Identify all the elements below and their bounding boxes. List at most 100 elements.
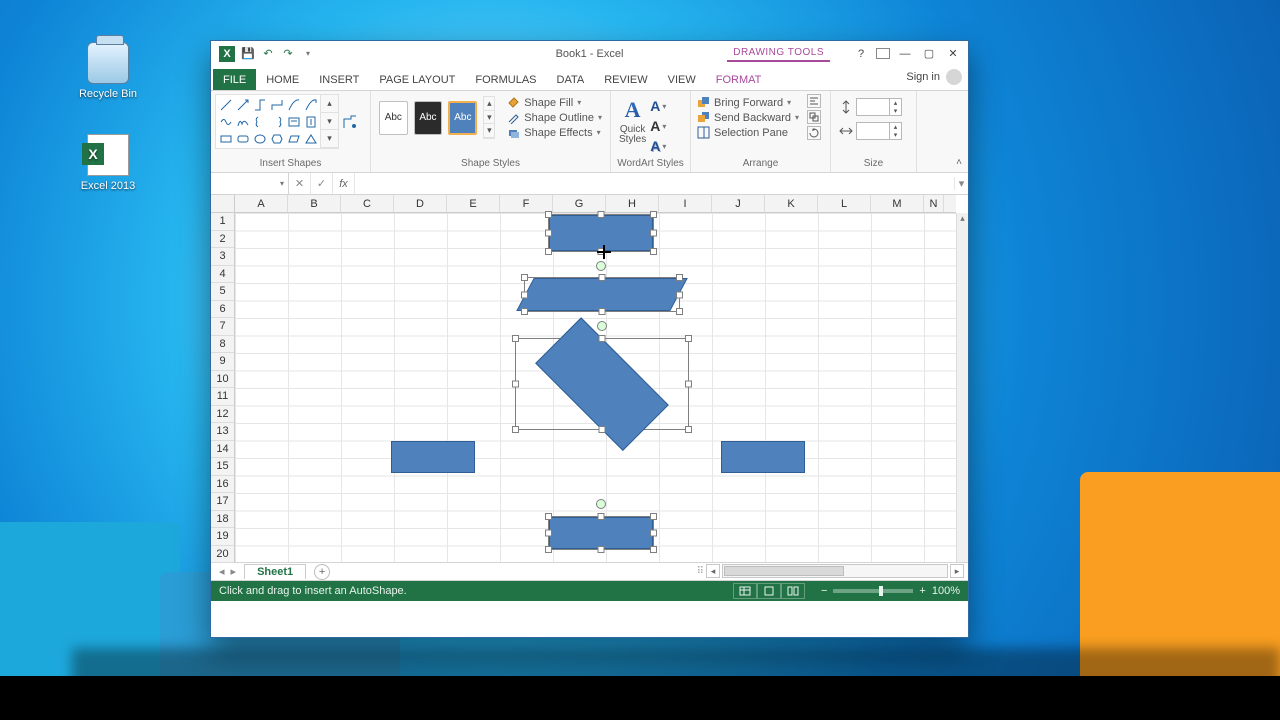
resize-handle[interactable] <box>521 274 528 281</box>
row-header[interactable]: 5 <box>211 283 234 301</box>
flowchart-process-shape[interactable] <box>391 441 475 473</box>
shape-effects-button[interactable]: Shape Effects ▾ <box>507 126 602 139</box>
shape-ellipse-icon[interactable] <box>252 131 267 146</box>
row-header[interactable]: 11 <box>211 388 234 406</box>
resize-handle[interactable] <box>650 248 657 255</box>
page-break-view-button[interactable] <box>781 583 805 599</box>
resize-handle[interactable] <box>545 211 552 218</box>
resize-handle[interactable] <box>685 335 692 342</box>
resize-handle[interactable] <box>545 248 552 255</box>
enter-formula-icon[interactable]: ✓ <box>311 173 333 194</box>
row-header[interactable]: 16 <box>211 476 234 494</box>
excel-shortcut-icon[interactable]: Excel 2013 <box>70 134 146 192</box>
flowchart-decision-shape[interactable] <box>516 339 688 429</box>
page-layout-view-button[interactable] <box>757 583 781 599</box>
close-button[interactable]: ✕ <box>944 46 962 62</box>
sheet-tab[interactable]: Sheet1 <box>244 564 306 579</box>
sheet-nav-next-icon[interactable]: ▸ <box>231 565 237 578</box>
sign-in-link[interactable]: Sign in <box>906 71 940 83</box>
rotation-handle-icon[interactable] <box>596 261 606 271</box>
expand-formula-bar-icon[interactable]: ▾ <box>954 177 968 190</box>
shape-brace2-icon[interactable] <box>269 114 284 129</box>
flowchart-process-shape[interactable] <box>721 441 805 473</box>
shape-width-field[interactable]: ▴▾ <box>839 122 908 140</box>
resize-handle[interactable] <box>650 546 657 553</box>
shape-line-icon[interactable] <box>218 97 233 112</box>
shape-hexagon-icon[interactable] <box>269 131 284 146</box>
tab-file[interactable]: FILE <box>213 69 256 90</box>
resize-handle[interactable] <box>650 530 657 537</box>
flowchart-process-shape[interactable] <box>549 517 653 549</box>
resize-handle[interactable] <box>599 426 606 433</box>
col-header[interactable]: F <box>500 195 553 212</box>
col-header[interactable]: E <box>447 195 500 212</box>
shape-style-1[interactable]: Abc <box>379 101 408 135</box>
scroll-left-icon[interactable]: ◂ <box>706 564 720 578</box>
collapse-ribbon-icon[interactable]: ˄ <box>956 157 962 168</box>
column-headers[interactable]: A B C D E F G H I J K L M N <box>235 195 956 213</box>
resize-handle[interactable] <box>512 426 519 433</box>
vertical-scrollbar[interactable] <box>956 213 968 562</box>
styles-more-icon[interactable]: ▾ <box>484 124 494 138</box>
name-box-dropdown-icon[interactable]: ▾ <box>280 179 284 188</box>
rotation-handle-icon[interactable] <box>597 321 607 331</box>
row-header[interactable]: 3 <box>211 248 234 266</box>
col-header[interactable]: D <box>394 195 447 212</box>
row-header[interactable]: 6 <box>211 301 234 319</box>
styles-up-icon[interactable]: ▴ <box>484 97 494 111</box>
resize-handle[interactable] <box>685 381 692 388</box>
row-header[interactable]: 15 <box>211 458 234 476</box>
resize-handle[interactable] <box>545 513 552 520</box>
text-effects-button[interactable]: A▾ <box>650 138 666 154</box>
selection-pane-button[interactable]: Selection Pane <box>697 126 799 139</box>
resize-handle[interactable] <box>545 546 552 553</box>
gallery-more-icon[interactable]: ▾ <box>321 130 338 148</box>
zoom-out-button[interactable]: − <box>821 585 827 597</box>
shape-style-2[interactable]: Abc <box>414 101 443 135</box>
quick-styles-button[interactable]: A Quick Styles <box>619 96 646 145</box>
shape-curved-icon[interactable] <box>286 97 301 112</box>
col-header[interactable]: I <box>659 195 712 212</box>
shape-roundrect-icon[interactable] <box>235 131 250 146</box>
sheet-nav-prev-icon[interactable]: ◂ <box>219 565 225 578</box>
shape-height-field[interactable]: ▴▾ <box>839 98 908 116</box>
row-header[interactable]: 1 <box>211 213 234 231</box>
gallery-down-icon[interactable]: ▾ <box>321 113 338 131</box>
shape-triangle-icon[interactable] <box>303 131 318 146</box>
resize-handle[interactable] <box>599 308 606 315</box>
rotation-handle-icon[interactable] <box>596 499 606 509</box>
row-header[interactable]: 19 <box>211 528 234 546</box>
shape-connector-icon[interactable] <box>252 97 267 112</box>
select-all-corner[interactable] <box>211 195 235 213</box>
shape-freeform-icon[interactable] <box>218 114 233 129</box>
zoom-slider[interactable] <box>833 589 913 593</box>
resize-handle[interactable] <box>521 308 528 315</box>
row-header[interactable]: 17 <box>211 493 234 511</box>
row-header[interactable]: 8 <box>211 336 234 354</box>
resize-handle[interactable] <box>650 230 657 237</box>
name-box[interactable]: ▾ <box>211 173 289 194</box>
width-down-icon[interactable]: ▾ <box>889 131 901 139</box>
recycle-bin-icon[interactable]: Recycle Bin <box>70 42 146 100</box>
redo-icon[interactable]: ↷ <box>281 47 295 61</box>
horizontal-scrollbar[interactable]: ⠿ ◂ ▸ <box>697 564 964 578</box>
spreadsheet-grid[interactable]: A B C D E F G H I J K L M N 1 2 3 4 5 6 … <box>211 195 968 563</box>
shape-vtextbox-icon[interactable] <box>303 114 318 129</box>
row-header[interactable]: 18 <box>211 511 234 529</box>
zoom-level[interactable]: 100% <box>932 585 960 597</box>
flowchart-process-shape[interactable] <box>549 215 653 251</box>
shape-curved-arrow-icon[interactable] <box>303 97 318 112</box>
tab-home[interactable]: HOME <box>256 69 309 90</box>
scroll-thumb[interactable] <box>724 566 844 576</box>
undo-icon[interactable]: ↶ <box>261 47 275 61</box>
text-outline-button[interactable]: A▾ <box>650 118 666 134</box>
edit-shape-icon[interactable] <box>342 114 358 130</box>
normal-view-button[interactable] <box>733 583 757 599</box>
new-sheet-button[interactable]: + <box>314 564 330 580</box>
save-icon[interactable]: 💾 <box>241 47 255 61</box>
row-header[interactable]: 12 <box>211 406 234 424</box>
help-button[interactable]: ? <box>852 46 870 62</box>
shape-parallelogram-icon[interactable] <box>286 131 301 146</box>
maximize-button[interactable]: ▢ <box>920 46 938 62</box>
tab-insert[interactable]: INSERT <box>309 69 369 90</box>
